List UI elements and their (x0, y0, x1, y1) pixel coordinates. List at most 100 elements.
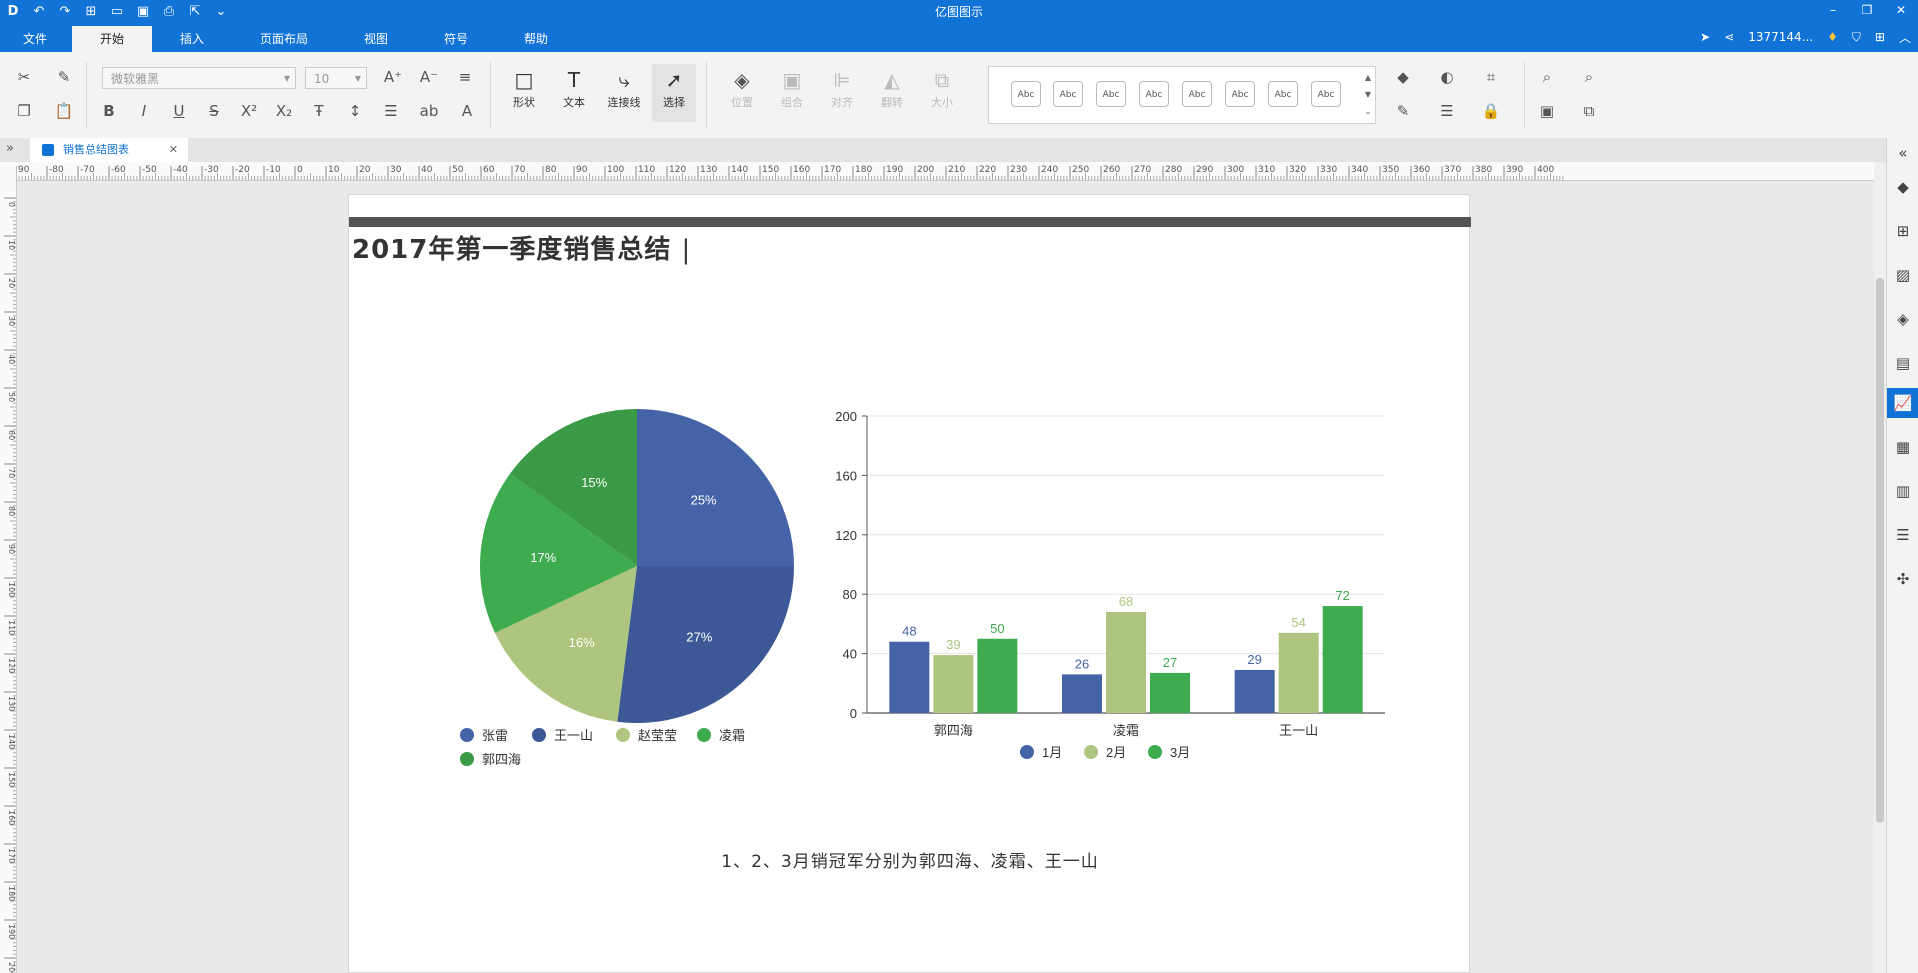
italic-icon[interactable]: I (133, 102, 155, 120)
fill-icon[interactable]: ◆ (1392, 68, 1414, 86)
align-button[interactable]: ⊫ 对齐 (820, 66, 864, 110)
text-align-icon[interactable]: ≡ (454, 68, 476, 86)
style-preset[interactable]: Abc (1268, 81, 1298, 107)
page-icon[interactable]: ▤ (1887, 348, 1918, 378)
copy-icon[interactable]: ❐ (13, 102, 35, 120)
scrollbar-thumb[interactable] (1876, 278, 1884, 823)
text-tool-button[interactable]: T 文本 (552, 66, 596, 110)
connector-tool-button[interactable]: ⤷ 连接线 (602, 66, 646, 110)
lock-icon[interactable]: 🔒 (1480, 102, 1502, 120)
position-button[interactable]: ◈ 位置 (720, 66, 764, 110)
drawing-page[interactable]: 2017年第一季度销售总结 | 25% 27% 16% 17% 15% 张雷 王一山 赵莹莹凌… (348, 194, 1471, 973)
line-spacing-icon[interactable]: ↕ (344, 102, 366, 120)
summary-text[interactable]: 1、2、3月销冠军分别为郭四海、凌霜、王一山 (349, 847, 1471, 872)
text-case-icon[interactable]: ab (418, 102, 440, 120)
layers-icon[interactable]: ◈ (1887, 304, 1918, 334)
font-color-icon[interactable]: A (456, 102, 478, 120)
right-side-panel: « ◆ ⊞ ▨ ◈ ▤ 📈 ▦ ▥ ☰ ✣ (1886, 138, 1918, 973)
shape-tool-button[interactable]: □ 形状 (502, 66, 546, 110)
ruler-label: 170 (824, 165, 841, 175)
line-style-icon[interactable]: ☰ (1436, 102, 1458, 120)
decrease-font-icon[interactable]: A⁻ (418, 68, 440, 86)
ruler-label: 370 (1444, 165, 1461, 175)
flip-button[interactable]: ◭ 翻转 (870, 66, 914, 110)
theme-icon[interactable]: ⛉ (1852, 30, 1861, 45)
share-icon[interactable]: ⋖ (1724, 30, 1734, 44)
tab-insert[interactable]: 插入 (164, 28, 220, 52)
table-icon[interactable]: ▦ (1887, 432, 1918, 462)
collapse-panel-icon[interactable]: « (1887, 138, 1918, 168)
style-preset[interactable]: Abc (1225, 81, 1255, 107)
font-size-select[interactable]: 10 ▼ (305, 67, 367, 89)
shadow-icon[interactable]: ◐ (1436, 68, 1458, 86)
pie-legend-marker (616, 728, 630, 742)
pie-legend-label: 郭四海 (482, 752, 521, 767)
expand-panel-icon[interactable]: » (6, 141, 14, 156)
format-painter-icon[interactable]: ✎ (53, 68, 75, 86)
user-name[interactable]: 1377144... (1748, 30, 1813, 44)
ruler-label: 80 (545, 165, 557, 175)
apps-icon[interactable]: ⊞ (1875, 30, 1885, 44)
style-preset[interactable]: Abc (1096, 81, 1126, 107)
select-tool-button[interactable]: ➚ 选择 (652, 64, 696, 122)
tab-symbol[interactable]: 符号 (428, 28, 484, 52)
format-icon[interactable]: ☰ (1887, 520, 1918, 550)
ruler-label: 160 (793, 165, 810, 175)
square-icon: □ (514, 68, 534, 92)
crop-icon[interactable]: ⌗ (1480, 68, 1502, 86)
collapse-ribbon-icon[interactable]: ︿ (1899, 29, 1911, 46)
hyperlink-icon[interactable]: ✣ (1887, 564, 1918, 594)
title-bar: D ↶ ↷ ⊞ ▭ ▣ ⎙ ⇱ ⌄ 亿图图示 – ❐ ✕ (0, 0, 1918, 22)
tab-file[interactable]: 文件 (8, 28, 62, 52)
tab-page-layout[interactable]: 页面布局 (246, 28, 322, 52)
cut-icon[interactable]: ✂ (13, 68, 35, 86)
close-tab-icon[interactable]: ✕ (169, 138, 178, 162)
send-icon[interactable]: ➤ (1700, 30, 1710, 44)
vip-badge-icon[interactable]: ♦ (1827, 30, 1838, 44)
style-preset[interactable]: Abc (1139, 81, 1169, 107)
size-button[interactable]: ⧉ 大小 (920, 66, 964, 110)
gallery-scroll[interactable]: ▲ ▼ ⌄ (1363, 69, 1373, 120)
restore-icon[interactable]: ❐ (1850, 0, 1884, 22)
subscript-icon[interactable]: X₂ (273, 102, 295, 120)
ruler-label: 20 (359, 165, 371, 175)
line-color-icon[interactable]: ✎ (1392, 102, 1414, 120)
style-preset[interactable]: Abc (1311, 81, 1341, 107)
pie-legend-label: 凌霜 (719, 728, 745, 743)
grid-apps-icon[interactable]: ⊞ (1887, 216, 1918, 246)
vertical-scrollbar[interactable] (1874, 162, 1886, 973)
bar (1106, 612, 1146, 713)
image-icon[interactable]: ▨ (1887, 260, 1918, 290)
minimize-icon[interactable]: – (1816, 0, 1850, 22)
select-all-icon[interactable]: ▣ (1536, 102, 1558, 120)
bullet-list-icon[interactable]: ☰ (380, 102, 402, 120)
underline-icon[interactable]: U (168, 102, 190, 120)
ruler-label: -70 (80, 165, 95, 175)
tab-home[interactable]: 开始 (72, 26, 152, 52)
more-tools-icon[interactable]: ⧉ (1578, 102, 1600, 120)
style-preset[interactable]: Abc (1053, 81, 1083, 107)
increase-font-icon[interactable]: A⁺ (382, 68, 404, 86)
font-name-select[interactable]: 微软雅黑 ▼ (102, 67, 296, 89)
strikethrough-icon[interactable]: S (203, 102, 225, 120)
style-preset[interactable]: Abc (1011, 81, 1041, 107)
data-icon[interactable]: ▥ (1887, 476, 1918, 506)
paste-icon[interactable]: 📋 (53, 102, 75, 120)
chart-icon[interactable]: 📈 (1887, 388, 1918, 418)
ruler-label: 150 (762, 165, 779, 175)
close-icon[interactable]: ✕ (1884, 0, 1918, 22)
tab-help[interactable]: 帮助 (508, 28, 564, 52)
find-icon[interactable]: ⌕ (1536, 68, 1558, 86)
find-replace-icon[interactable]: ⌕ (1578, 68, 1600, 86)
shape-tool-label: 形状 (513, 96, 535, 109)
text-format-icon[interactable]: Ŧ (308, 102, 330, 120)
tab-view[interactable]: 视图 (348, 28, 404, 52)
superscript-icon[interactable]: X² (238, 102, 260, 120)
document-tab[interactable]: 销售总结图表 ✕ (30, 138, 188, 162)
style-preset[interactable]: Abc (1182, 81, 1212, 107)
fill-bucket-icon[interactable]: ◆ (1887, 172, 1918, 202)
group-button[interactable]: ▣ 组合 (770, 66, 814, 110)
bar-data-label: 54 (1291, 615, 1305, 630)
bold-icon[interactable]: B (98, 102, 120, 120)
pie-slice (637, 409, 794, 566)
